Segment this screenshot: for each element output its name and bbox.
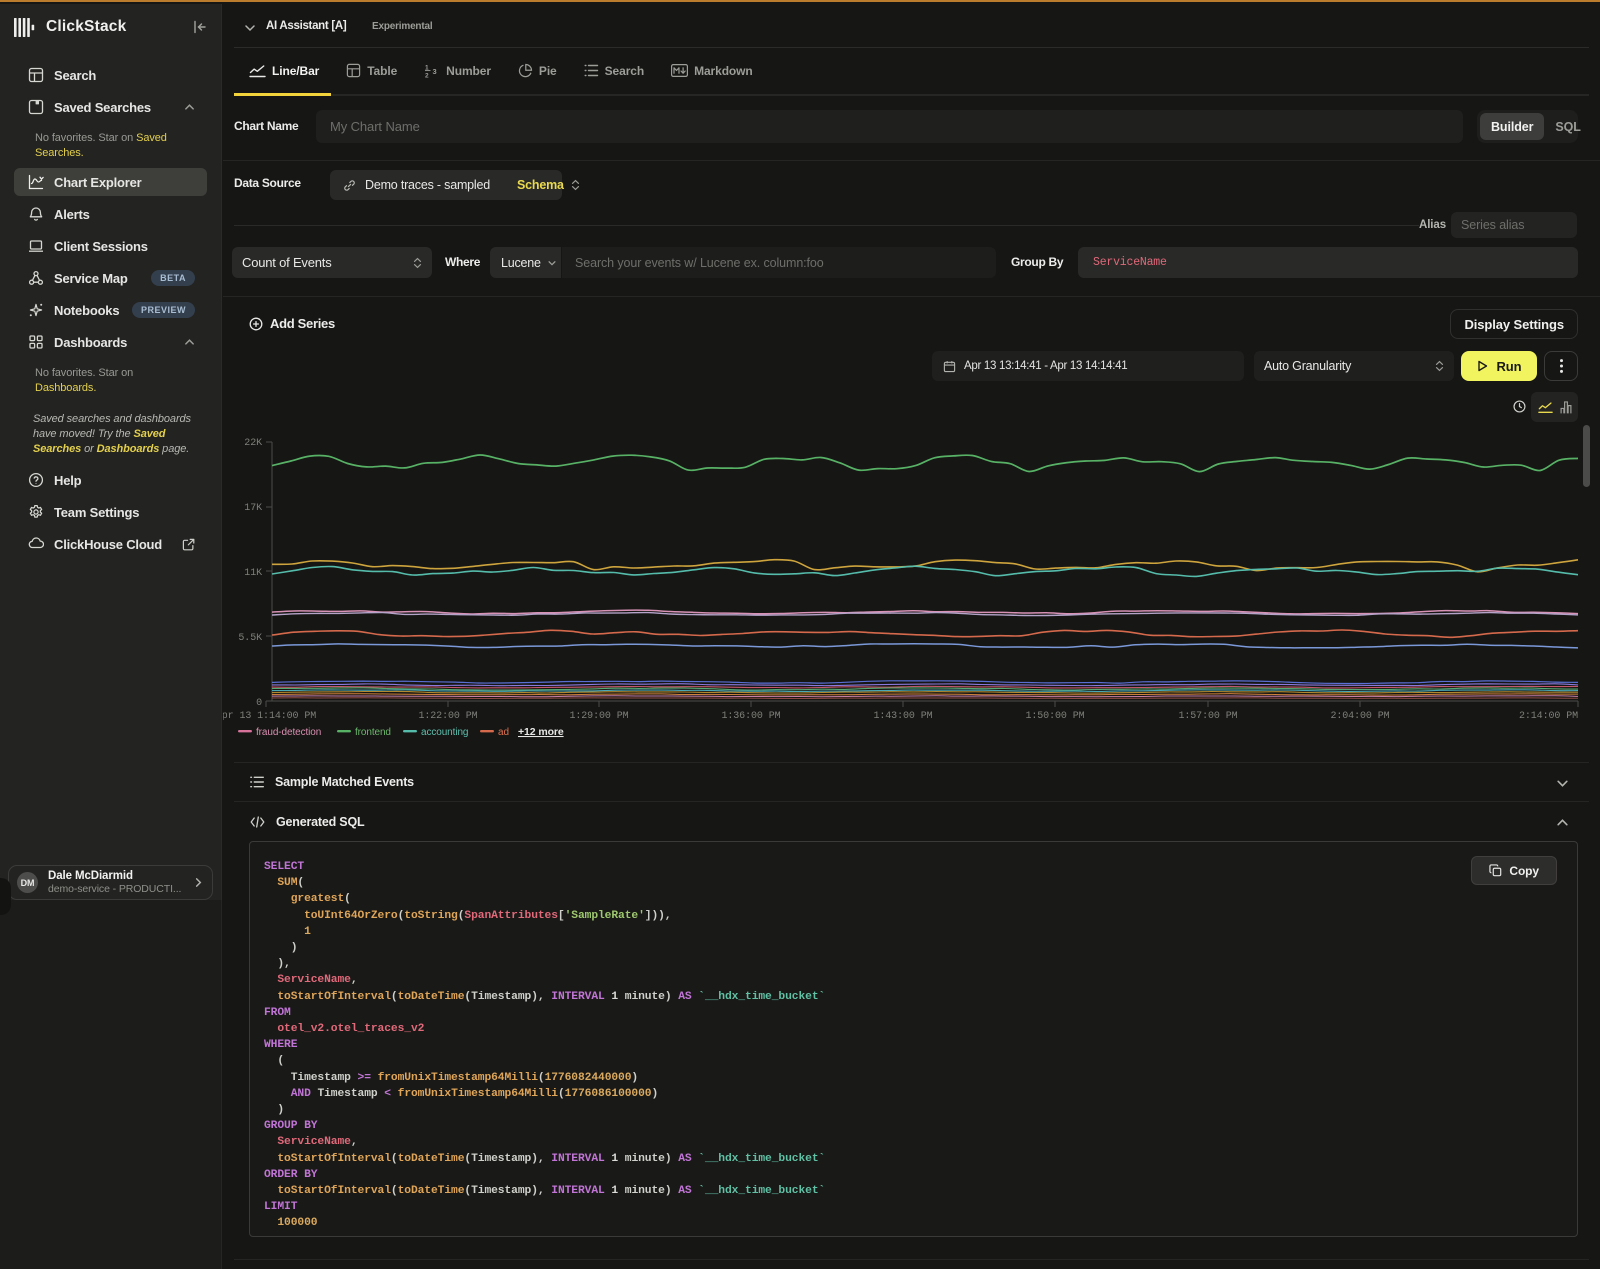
svg-text:2: 2 [425, 73, 429, 79]
svg-text:1:43:00 PM: 1:43:00 PM [873, 711, 932, 722]
svg-text:+12 more: +12 more [518, 726, 564, 738]
svg-text:1:50:00 PM: 1:50:00 PM [1025, 711, 1084, 722]
svg-text:2:14:00 PM: 2:14:00 PM [1519, 711, 1578, 722]
svg-text:Apr 13 1:14:00 PM: Apr 13 1:14:00 PM [223, 711, 316, 722]
svg-text:11K: 11K [244, 568, 262, 579]
svg-text:5.5K: 5.5K [238, 633, 262, 644]
svg-text:accounting: accounting [421, 727, 468, 738]
svg-text:frontend: frontend [355, 727, 391, 738]
svg-text:1:22:00 PM: 1:22:00 PM [418, 711, 477, 722]
svg-text:17K: 17K [244, 503, 262, 514]
svg-text:1:57:00 PM: 1:57:00 PM [1178, 711, 1237, 722]
svg-text:ad: ad [498, 727, 509, 738]
svg-text:1:36:00 PM: 1:36:00 PM [721, 711, 780, 722]
svg-text:1:29:00 PM: 1:29:00 PM [569, 711, 628, 722]
svg-text:fraud-detection: fraud-detection [256, 727, 321, 738]
svg-text:3: 3 [433, 67, 437, 76]
svg-text:2:04:00 PM: 2:04:00 PM [1330, 711, 1389, 722]
svg-text:22K: 22K [244, 438, 262, 449]
svg-text:0: 0 [256, 698, 262, 709]
